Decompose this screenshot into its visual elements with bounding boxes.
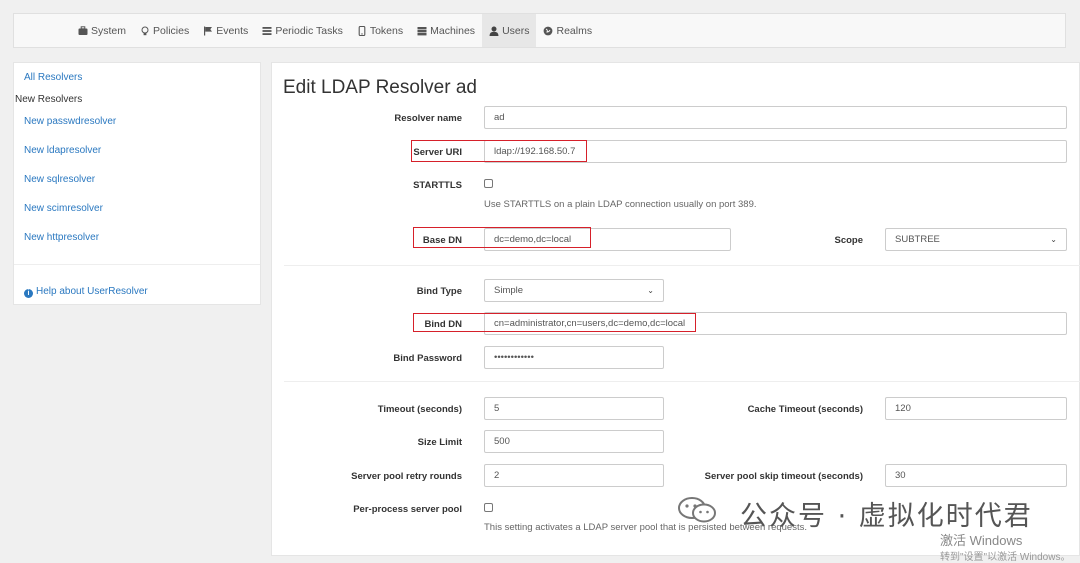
info-icon: i <box>24 289 33 298</box>
bind-type-select[interactable]: Simple ⌄ <box>484 279 664 302</box>
cache-timeout-label: Cache Timeout (seconds) <box>747 404 863 415</box>
per-process-pool-checkbox[interactable] <box>484 503 493 512</box>
server-icon <box>417 26 427 35</box>
sidebar-divider <box>14 264 260 265</box>
sidebar-help-label: Help about UserResolver <box>36 286 148 297</box>
flag-icon <box>204 26 213 35</box>
section-divider <box>284 381 1080 382</box>
scope-label: Scope <box>834 235 863 246</box>
bind-dn-label: Bind DN <box>424 319 462 330</box>
bind-password-label: Bind Password <box>393 353 462 364</box>
nav-tokens-label: Tokens <box>369 24 404 37</box>
pool-skip-label: Server pool skip timeout (seconds) <box>704 471 863 482</box>
nav-policies-label: Policies <box>153 24 190 37</box>
sidebar-new-resolvers-heading: New Resolvers <box>15 94 83 105</box>
briefcase-icon <box>78 25 88 35</box>
nav-realms[interactable]: Realms <box>536 14 599 47</box>
nav-periodic-tasks-label: Periodic Tasks <box>275 24 343 37</box>
sidebar-all-resolvers[interactable]: All Resolvers <box>24 72 82 83</box>
globe-icon <box>544 26 553 35</box>
sidebar-new-passwdresolver[interactable]: New passwdresolver <box>24 116 116 127</box>
windows-activation-title: 激活 Windows <box>940 533 1023 548</box>
scope-value: SUBTREE <box>895 234 940 245</box>
timeout-label: Timeout (seconds) <box>377 404 462 415</box>
nav-periodic-tasks[interactable]: Periodic Tasks <box>255 14 350 47</box>
user-icon <box>489 26 499 36</box>
per-process-pool-label: Per-process server pool <box>353 504 462 515</box>
size-limit-input[interactable] <box>484 430 664 453</box>
sidebar-help-link[interactable]: i Help about UserResolver <box>24 286 148 298</box>
starttls-help: Use STARTTLS on a plain LDAP connection … <box>484 199 757 210</box>
nav-system[interactable]: System <box>71 14 133 47</box>
server-uri-input[interactable] <box>484 140 1067 163</box>
pool-skip-input[interactable] <box>885 464 1067 487</box>
lightbulb-icon <box>141 26 149 35</box>
server-uri-label: Server URI <box>413 147 462 158</box>
pool-retry-label: Server pool retry rounds <box>351 471 462 482</box>
watermark-text: 公众号 · 虚拟化时代君 <box>740 501 1033 532</box>
resolver-edit-panel: Edit LDAP Resolver ad Resolver name Serv… <box>271 62 1080 556</box>
nav-users[interactable]: Users <box>482 14 537 47</box>
wechat-logo-icon <box>678 497 716 523</box>
sidebar-new-ldapresolver[interactable]: New ldapresolver <box>24 145 101 156</box>
starttls-label: STARTTLS <box>413 180 462 191</box>
phone-icon <box>358 25 366 36</box>
nav-realms-label: Realms <box>556 24 593 37</box>
nav-tokens[interactable]: Tokens <box>350 14 410 47</box>
base-dn-input[interactable] <box>484 228 731 251</box>
resolver-name-label: Resolver name <box>394 113 462 124</box>
base-dn-label: Base DN <box>422 235 462 246</box>
page-title: Edit LDAP Resolver ad <box>283 77 477 98</box>
nav-users-label: Users <box>502 24 530 37</box>
sidebar-new-scimresolver[interactable]: New scimresolver <box>24 203 103 214</box>
nav-machines-label: Machines <box>430 24 476 37</box>
bind-password-input[interactable] <box>484 346 664 369</box>
nav-events-label: Events <box>216 24 249 37</box>
bind-type-value: Simple <box>494 285 524 296</box>
sidebar-new-sqlresolver[interactable]: New sqlresolver <box>24 174 95 185</box>
size-limit-label: Size Limit <box>417 437 462 448</box>
section-divider <box>284 265 1080 266</box>
nav-policies[interactable]: Policies <box>133 14 196 47</box>
bind-dn-input[interactable] <box>484 312 1067 335</box>
starttls-checkbox[interactable] <box>484 179 493 188</box>
chevron-down-icon: ⌄ <box>647 286 654 295</box>
nav-events[interactable]: Events <box>196 14 255 47</box>
nav-machines[interactable]: Machines <box>410 14 482 47</box>
resolver-name-input[interactable] <box>484 106 1067 129</box>
chevron-down-icon: ⌄ <box>1050 235 1057 244</box>
pool-retry-input[interactable] <box>484 464 664 487</box>
cache-timeout-input[interactable] <box>885 397 1067 420</box>
top-navbar: System Policies Events Periodic Tasks To… <box>13 13 1066 48</box>
scope-select[interactable]: SUBTREE ⌄ <box>885 228 1067 251</box>
resolver-sidebar: All Resolvers New Resolvers New passwdre… <box>13 62 261 305</box>
sidebar-new-httpresolver[interactable]: New httpresolver <box>24 232 99 243</box>
tasks-icon <box>262 26 272 35</box>
timeout-input[interactable] <box>484 397 664 420</box>
bind-type-label: Bind Type <box>416 286 462 297</box>
nav-system-label: System <box>91 24 127 37</box>
